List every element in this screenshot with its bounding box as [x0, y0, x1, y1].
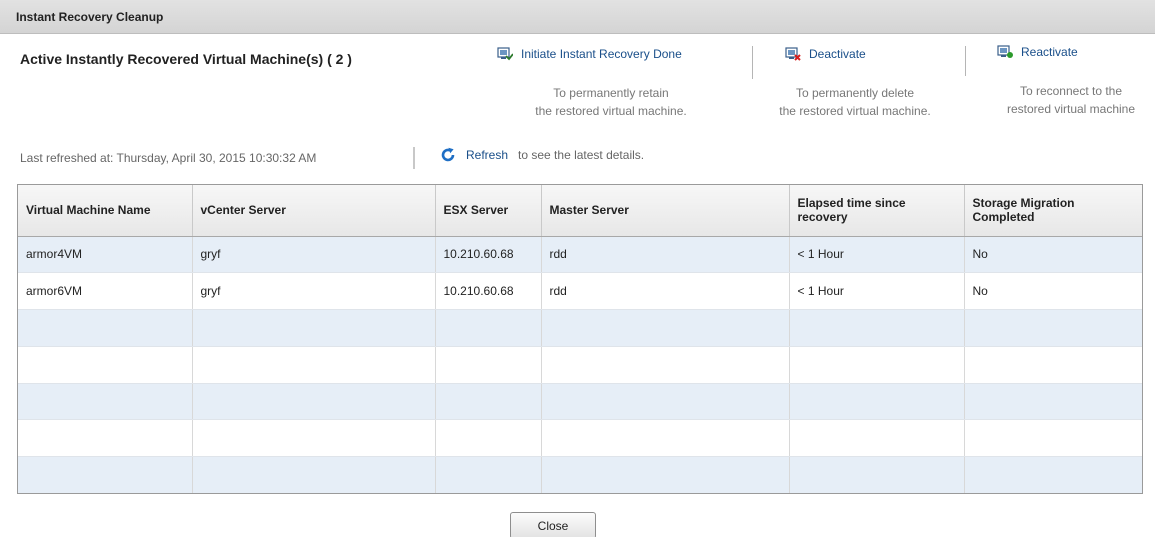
description-line: the restored virtual machine.: [535, 104, 687, 118]
action-divider: [752, 46, 753, 79]
storage-migration-cell: No: [964, 236, 1142, 274]
elapsed-time-cell: [789, 419, 965, 458]
elapsed-time-cell: < 1 Hour: [789, 272, 965, 311]
table-header-row: Virtual Machine Name vCenter Server ESX …: [18, 185, 1142, 237]
vcenter-server-cell: [192, 419, 436, 458]
reactivate-description: To reconnect to the restored virtual mac…: [986, 82, 1155, 118]
description-line: restored virtual machine: [1006, 102, 1136, 116]
reactivate-link[interactable]: Reactivate: [997, 45, 1078, 59]
vm-name-cell: [18, 383, 193, 421]
table-row: [18, 309, 1142, 347]
vm-deactivate-icon: [785, 47, 801, 61]
close-button[interactable]: Close: [510, 512, 596, 537]
vm-name-cell: armor4VM: [18, 236, 193, 274]
table-row[interactable]: armor6VM gryf 10.210.60.68 rdd < 1 Hour …: [18, 272, 1142, 311]
deactivate-description: To permanently delete the restored virtu…: [755, 84, 955, 120]
dialog-title: Instant Recovery Cleanup: [16, 10, 164, 24]
elapsed-time-cell: [789, 309, 965, 347]
initiate-recovery-done-label: Initiate Instant Recovery Done: [521, 47, 682, 61]
storage-migration-cell: [964, 383, 1142, 421]
initiate-recovery-done-action: Initiate Instant Recovery Done To perman…: [497, 47, 687, 118]
initiate-recovery-done-description: To permanently retain the restored virtu…: [509, 84, 713, 120]
elapsed-time-cell: < 1 Hour: [789, 236, 965, 274]
storage-migration-cell: [964, 309, 1142, 347]
elapsed-time-cell: [789, 383, 965, 421]
description-line: To reconnect to the: [1019, 84, 1123, 98]
master-server-cell: [541, 383, 790, 421]
column-header-elapsed-time[interactable]: Elapsed time since recovery: [789, 185, 965, 237]
vm-name-cell: armor6VM: [18, 272, 193, 311]
esx-server-cell: [435, 383, 542, 421]
master-server-cell: rdd: [541, 236, 790, 274]
vm-reactivate-icon: [997, 45, 1013, 58]
action-divider: [965, 46, 966, 76]
column-header-vm-name[interactable]: Virtual Machine Name: [18, 185, 193, 237]
description-line: the restored virtual machine.: [779, 104, 931, 118]
description-line: To permanently delete: [795, 86, 915, 100]
storage-migration-cell: [964, 456, 1142, 493]
esx-server-cell: [435, 419, 542, 458]
page-heading: Active Instantly Recovered Virtual Machi…: [20, 51, 352, 67]
vm-name-cell: [18, 419, 193, 458]
refresh-link[interactable]: Refresh: [466, 148, 508, 162]
elapsed-time-cell: [789, 456, 965, 493]
master-server-cell: [541, 419, 790, 458]
dialog-title-bar: Instant Recovery Cleanup: [0, 0, 1155, 34]
vm-name-cell: [18, 346, 193, 384]
master-server-cell: [541, 346, 790, 384]
column-header-storage-migration[interactable]: Storage Migration Completed: [964, 185, 1142, 237]
vcenter-server-cell: [192, 346, 436, 384]
esx-server-cell: 10.210.60.68: [435, 236, 542, 274]
recovered-vm-table: Virtual Machine Name vCenter Server ESX …: [17, 184, 1143, 494]
storage-migration-cell: [964, 346, 1142, 384]
refresh-divider: [413, 147, 415, 169]
table-row: [18, 346, 1142, 384]
reactivate-action: Reactivate To reconnect to the restored …: [997, 45, 1135, 116]
vm-done-icon: [497, 47, 513, 61]
description-line: To permanently retain: [553, 86, 669, 100]
vcenter-server-cell: [192, 456, 436, 493]
master-server-cell: [541, 456, 790, 493]
esx-server-cell: [435, 309, 542, 347]
refresh-icon[interactable]: [440, 147, 456, 163]
vm-name-cell: [18, 309, 193, 347]
column-header-vcenter-server[interactable]: vCenter Server: [192, 185, 436, 237]
initiate-recovery-done-link[interactable]: Initiate Instant Recovery Done: [497, 47, 682, 61]
vcenter-server-cell: gryf: [192, 236, 436, 274]
deactivate-label: Deactivate: [809, 47, 866, 61]
master-server-cell: rdd: [541, 272, 790, 311]
storage-migration-cell: No: [964, 272, 1142, 311]
table-row: [18, 456, 1142, 493]
vcenter-server-cell: [192, 309, 436, 347]
vcenter-server-cell: gryf: [192, 272, 436, 311]
master-server-cell: [541, 309, 790, 347]
table-row[interactable]: armor4VM gryf 10.210.60.68 rdd < 1 Hour …: [18, 236, 1142, 274]
table-row: [18, 383, 1142, 421]
esx-server-cell: [435, 346, 542, 384]
last-refreshed-text: Last refreshed at: Thursday, April 30, 2…: [20, 151, 317, 165]
elapsed-time-cell: [789, 346, 965, 384]
esx-server-cell: [435, 456, 542, 493]
refresh-description: to see the latest details.: [518, 148, 645, 162]
table-row: [18, 419, 1142, 458]
deactivate-action: Deactivate To permanently delete the res…: [779, 47, 930, 118]
column-header-esx-server[interactable]: ESX Server: [435, 185, 542, 237]
vm-name-cell: [18, 456, 193, 493]
column-header-master-server[interactable]: Master Server: [541, 185, 790, 237]
deactivate-link[interactable]: Deactivate: [785, 47, 866, 61]
esx-server-cell: 10.210.60.68: [435, 272, 542, 311]
refresh-control: Refresh to see the latest details.: [440, 147, 644, 163]
vcenter-server-cell: [192, 383, 436, 421]
reactivate-label: Reactivate: [1021, 45, 1078, 59]
storage-migration-cell: [964, 419, 1142, 458]
